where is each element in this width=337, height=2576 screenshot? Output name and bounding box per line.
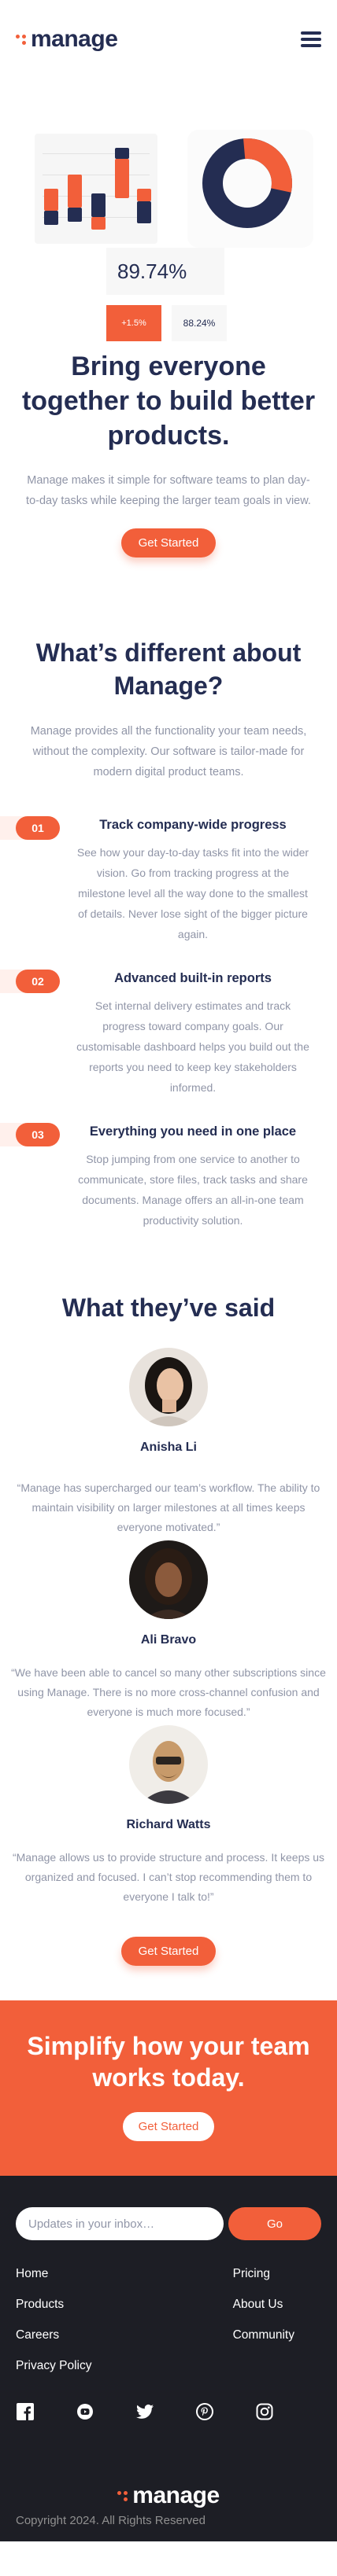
feature-item: 01 Track company-wide progress See how y…: [0, 816, 337, 944]
go-button[interactable]: Go: [228, 2207, 321, 2240]
testimonial-quote: “Manage has supercharged our team’s work…: [17, 1481, 320, 1533]
footer-link-about[interactable]: About Us: [233, 2298, 294, 2312]
testimonial-name: Anisha Li: [139, 1441, 197, 1454]
logo[interactable]: manage: [16, 26, 118, 53]
big-stat: 89.74%: [106, 248, 224, 295]
footer-links-right: Pricing About Us Community: [233, 2267, 294, 2390]
get-started-button[interactable]: Get Started: [122, 2112, 215, 2141]
feature-text: Set internal delivery estimates and trac…: [76, 999, 309, 1094]
feature-text: Stop jumping from one service to another…: [78, 1153, 308, 1227]
footer-logo-text: manage: [132, 2482, 220, 2508]
youtube-icon[interactable]: [76, 2402, 94, 2421]
newsletter-email-input[interactable]: [16, 2207, 224, 2240]
feature-title: Everything you need in one place: [89, 1124, 297, 1139]
hamburger-icon[interactable]: [301, 31, 321, 47]
instagram-icon[interactable]: [255, 2402, 274, 2421]
feature-text: See how your day-to-day tasks fit into t…: [76, 846, 309, 940]
footer-links: Home Products Careers Privacy Policy Pri…: [16, 2267, 321, 2390]
get-started-button[interactable]: Get Started: [120, 528, 217, 558]
site-footer: Go Home Products Careers Privacy Policy …: [0, 2176, 337, 2541]
difference-title: What’s different about Manage?: [35, 638, 302, 700]
difference-section: What’s different about Manage? Manage pr…: [0, 636, 337, 782]
footer-link-products[interactable]: Products: [16, 2298, 91, 2312]
logo-mark-icon: [16, 34, 26, 45]
testimonials-title: What they’ve said: [61, 1294, 276, 1322]
donut-chart: [202, 138, 292, 228]
bar-chart-card: [35, 134, 157, 244]
footer-link-pricing[interactable]: Pricing: [233, 2267, 294, 2281]
newsletter-form: Go: [16, 2207, 321, 2240]
difference-description: Manage provides all the functionality yo…: [30, 725, 307, 778]
get-started-button[interactable]: Get Started: [120, 1937, 217, 1966]
footer-logo[interactable]: manage: [16, 2482, 321, 2509]
testimonial-name: Richard Watts: [126, 1818, 211, 1831]
twitter-icon[interactable]: [135, 2402, 154, 2421]
cta-banner: Simplify how your team works today. Get …: [0, 2000, 337, 2176]
avatar: [129, 1540, 208, 1619]
footer-link-home[interactable]: Home: [16, 2267, 91, 2281]
hero-section: Bring everyone together to build better …: [0, 349, 337, 558]
testimonials-section: What they’ve said Anisha Li “Manage has …: [0, 1294, 337, 1966]
feature-item: 02 Advanced built-in reports Set interna…: [0, 970, 337, 1098]
stat-positive: +1.5%: [106, 305, 161, 341]
testimonial-quote: “Manage allows us to provide structure a…: [12, 1851, 325, 1903]
social-links: [16, 2390, 274, 2421]
feature-number: 02: [16, 970, 60, 993]
feature-item: 03 Everything you need in one place Stop…: [0, 1123, 337, 1231]
facebook-icon[interactable]: [16, 2402, 35, 2421]
feature-number: 01: [16, 816, 60, 840]
avatar: [129, 1348, 208, 1426]
logo-text: manage: [31, 26, 118, 52]
avatar: [129, 1725, 208, 1804]
hero-illustration: 89.74% +1.5% 88.24%: [0, 79, 337, 354]
testimonial-name: Ali Bravo: [140, 1633, 197, 1647]
copyright: Copyright 2024. All Rights Reserved: [16, 2514, 206, 2527]
site-header: manage: [0, 0, 337, 79]
pinterest-icon[interactable]: [195, 2402, 214, 2421]
feature-title: Track company-wide progress: [99, 818, 287, 832]
donut-chart-card: [187, 130, 313, 248]
footer-links-left: Home Products Careers Privacy Policy: [16, 2267, 91, 2390]
feature-number: 03: [16, 1123, 60, 1146]
footer-link-careers[interactable]: Careers: [16, 2328, 91, 2342]
logo-mark-icon: [117, 2490, 128, 2501]
testimonial-quote: “We have been able to cancel so many oth…: [11, 1666, 326, 1718]
features-list: 01 Track company-wide progress See how y…: [0, 816, 337, 1231]
stat-secondary: 88.24%: [172, 305, 227, 341]
hero-title: Bring everyone together to build better …: [21, 351, 316, 451]
footer-link-privacy[interactable]: Privacy Policy: [16, 2359, 91, 2373]
hero-description: Manage makes it simple for software team…: [26, 474, 311, 507]
feature-title: Advanced built-in reports: [114, 971, 272, 985]
footer-link-community[interactable]: Community: [233, 2328, 294, 2342]
cta-title: Simplify how your team works today.: [27, 2032, 310, 2092]
